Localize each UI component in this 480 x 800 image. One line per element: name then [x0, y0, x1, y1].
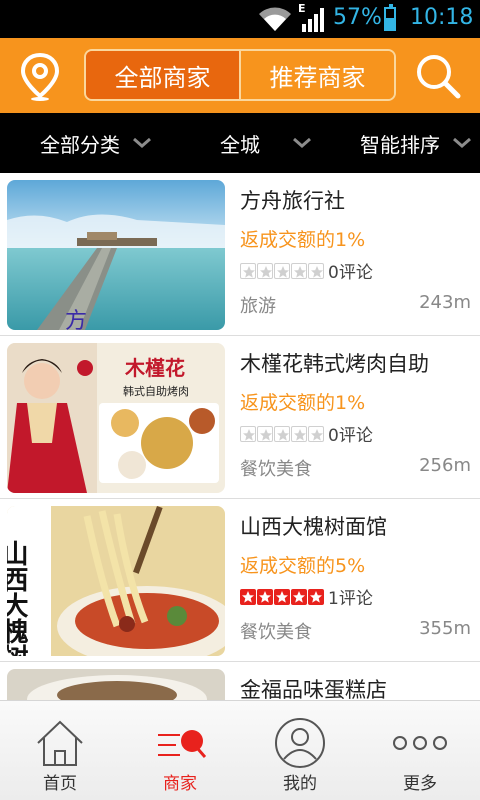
star-empty-icon — [291, 425, 307, 442]
bottom-tab-bar: 首页 商家 我的 更多 — [0, 700, 480, 800]
segment-all-merchants[interactable]: 全部商家 — [86, 51, 241, 99]
tab-home-label: 首页 — [43, 774, 77, 794]
filter-category-label: 全部分类 — [40, 132, 120, 157]
merchant-name: 木槿花韩式烤肉自助 — [240, 352, 429, 376]
star-empty-icon — [291, 262, 307, 279]
svg-text:方: 方 — [65, 309, 87, 330]
star-empty-icon — [257, 262, 273, 279]
review-count: 1评论 — [328, 589, 373, 609]
merchant-item[interactable]: 方 方舟旅行社 返成交额的1% 0评论 旅游 243m — [0, 173, 480, 336]
chevron-down-icon — [453, 137, 471, 148]
filter-bar: 全部分类 全城 智能排序 — [0, 113, 480, 173]
merchant-icon — [158, 730, 206, 758]
filter-category[interactable]: 全部分类 — [0, 113, 160, 173]
filter-area[interactable]: 全城 — [160, 113, 320, 173]
star-empty-icon — [257, 425, 273, 442]
merchant-rating: 1评论 — [240, 584, 373, 609]
merchant-item[interactable]: 木槿花 韩式自助烤肉 木槿花韩式烤肉自助 返成交额的1% 0评论 餐饮美食 25… — [0, 336, 480, 499]
star-empty-icon — [274, 262, 290, 279]
merchant-rebate: 返成交额的1% — [240, 392, 366, 414]
tab-mine-label: 我的 — [283, 774, 317, 794]
battery-level — [386, 17, 394, 29]
tab-more-label: 更多 — [403, 774, 437, 794]
tab-more[interactable]: 更多 — [360, 701, 480, 800]
battery-percent: 57% — [333, 5, 382, 30]
segment-recommended-merchants[interactable]: 推荐商家 — [241, 51, 394, 99]
header-bar: 全部商家 推荐商家 — [0, 38, 480, 113]
merchant-category: 餐饮美食 — [240, 622, 312, 643]
merchant-rating: 0评论 — [240, 421, 373, 446]
merchant-rating: 0评论 — [240, 258, 373, 283]
merchant-distance: 256m — [419, 455, 471, 476]
tab-merchants-label: 商家 — [163, 774, 197, 794]
battery-icon — [384, 4, 396, 31]
svg-text:韩式自助烤肉: 韩式自助烤肉 — [123, 384, 189, 398]
svg-text:山西大槐树: 山西大槐树 — [7, 540, 28, 656]
merchant-item[interactable]: 山西大槐树 山西大槐树面馆 返成交额的5% 1评论 餐饮美食 355m — [0, 499, 480, 662]
merchant-category: 旅游 — [240, 296, 276, 317]
user-icon — [275, 718, 325, 768]
merchant-name: 方舟旅行社 — [240, 189, 345, 213]
star-rating — [240, 262, 325, 279]
review-count: 0评论 — [328, 263, 373, 283]
cake-image — [7, 669, 225, 700]
tab-merchants[interactable]: 商家 — [120, 701, 240, 800]
merchant-rebate: 返成交额的5% — [240, 555, 366, 577]
merchant-rebate: 返成交额的1% — [240, 229, 366, 251]
star-empty-icon — [274, 425, 290, 442]
location-pin-icon — [20, 52, 60, 101]
home-icon — [37, 720, 83, 766]
location-button[interactable] — [18, 52, 62, 102]
merchant-list[interactable]: 方 方舟旅行社 返成交额的1% 0评论 旅游 243m 木槿花 韩式自助烤肉 木… — [0, 173, 480, 700]
chevron-down-icon — [133, 137, 151, 148]
star-empty-icon — [240, 262, 256, 279]
merchant-segment-control: 全部商家 推荐商家 — [84, 49, 396, 101]
merchant-distance: 355m — [419, 618, 471, 639]
star-filled-icon — [240, 588, 256, 605]
star-rating — [240, 588, 325, 605]
star-rating — [240, 425, 325, 442]
search-icon — [417, 55, 461, 99]
star-filled-icon — [274, 588, 290, 605]
tab-home[interactable]: 首页 — [0, 701, 120, 800]
noodle-image: 山西大槐树 — [7, 506, 225, 656]
more-icon — [393, 736, 447, 750]
svg-text:木槿花: 木槿花 — [124, 356, 185, 380]
star-filled-icon — [291, 588, 307, 605]
star-empty-icon — [308, 262, 324, 279]
merchant-category: 餐饮美食 — [240, 459, 312, 480]
korean-bbq-image: 木槿花 韩式自助烤肉 — [7, 343, 225, 493]
filter-area-label: 全城 — [220, 132, 260, 157]
signal-icon — [302, 8, 324, 32]
star-empty-icon — [240, 425, 256, 442]
wifi-icon — [259, 7, 291, 31]
chevron-down-icon — [293, 137, 311, 148]
merchant-name: 金福品味蛋糕店 — [240, 678, 387, 700]
merchant-item[interactable]: 金福品味蛋糕店 — [0, 662, 480, 700]
star-empty-icon — [308, 425, 324, 442]
star-filled-icon — [308, 588, 324, 605]
travel-pier-image: 方 — [7, 180, 225, 330]
search-button[interactable] — [414, 52, 462, 100]
tab-mine[interactable]: 我的 — [240, 701, 360, 800]
merchant-name: 山西大槐树面馆 — [240, 515, 387, 539]
star-filled-icon — [257, 588, 273, 605]
merchant-distance: 243m — [419, 292, 471, 313]
status-bar: E 57% 10:18 — [0, 0, 480, 38]
review-count: 0评论 — [328, 426, 373, 446]
filter-sort-label: 智能排序 — [360, 132, 440, 157]
filter-sort[interactable]: 智能排序 — [320, 113, 480, 173]
clock: 10:18 — [410, 5, 474, 30]
